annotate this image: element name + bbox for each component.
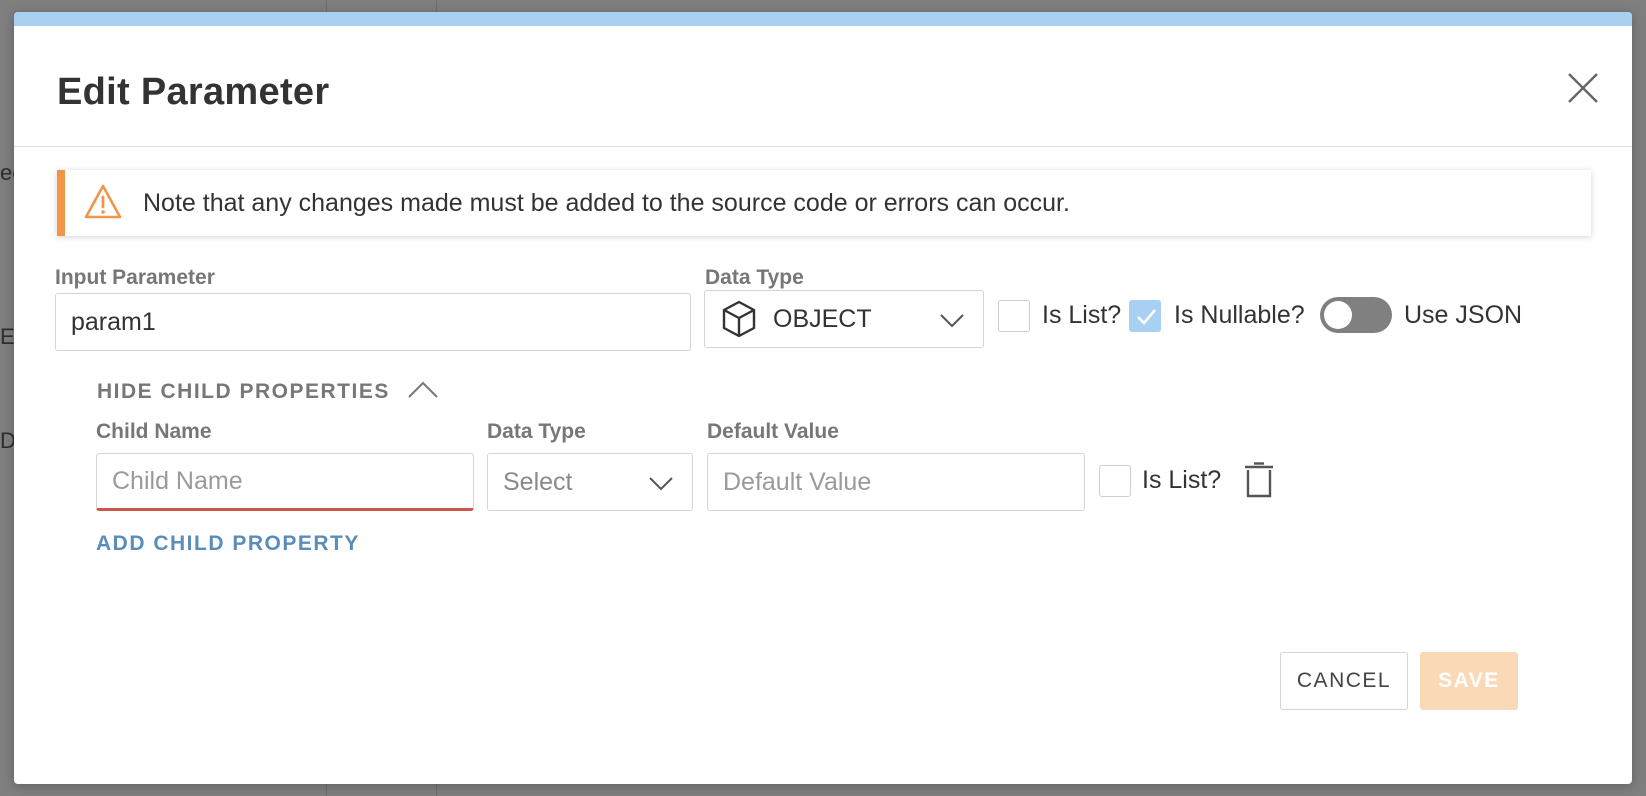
child-is-list-label: Is List? xyxy=(1142,466,1222,494)
default-value-label: Default Value xyxy=(707,420,839,443)
toggle-knob xyxy=(1324,301,1352,329)
warning-alert: Note that any changes made must be added… xyxy=(57,170,1591,236)
child-data-type-select[interactable]: Select xyxy=(487,453,693,511)
cube-icon xyxy=(721,300,757,338)
chevron-down-icon xyxy=(939,307,965,333)
dialog-top-accent-bar xyxy=(14,12,1632,26)
child-name-input[interactable] xyxy=(96,453,474,511)
is-nullable-label: Is Nullable? xyxy=(1174,301,1305,329)
input-parameter-label: Input Parameter xyxy=(55,266,215,289)
child-data-type-selected-value: Select xyxy=(503,468,573,496)
dialog-header: Edit Parameter xyxy=(14,26,1632,147)
chevron-up-icon xyxy=(408,382,438,399)
child-name-label: Child Name xyxy=(96,420,212,443)
data-type-label: Data Type xyxy=(705,266,804,289)
alert-message: Note that any changes made must be added… xyxy=(143,189,1070,217)
cancel-button[interactable]: CANCEL xyxy=(1280,652,1408,710)
hide-child-properties-toggle[interactable]: HIDE CHILD PROPERTIES xyxy=(97,380,439,404)
use-json-label: Use JSON xyxy=(1404,301,1523,329)
is-list-label: Is List? xyxy=(1042,301,1122,329)
data-type-selected-value: OBJECT xyxy=(773,305,872,333)
data-type-select[interactable]: OBJECT xyxy=(704,290,984,348)
use-json-toggle[interactable] xyxy=(1320,297,1392,333)
add-child-property-link[interactable]: ADD CHILD PROPERTY xyxy=(96,532,360,556)
chevron-down-icon xyxy=(648,470,674,496)
dialog-title: Edit Parameter xyxy=(57,71,330,113)
input-parameter-field[interactable] xyxy=(55,293,691,351)
checkmark-icon xyxy=(1137,309,1156,325)
child-data-type-label: Data Type xyxy=(487,420,586,443)
is-list-checkbox[interactable] xyxy=(998,300,1030,332)
warning-triangle-icon xyxy=(83,183,123,221)
close-icon[interactable] xyxy=(1566,71,1600,105)
is-nullable-checkbox[interactable] xyxy=(1129,300,1161,332)
hide-child-properties-label: HIDE CHILD PROPERTIES xyxy=(97,380,390,403)
child-is-list-checkbox[interactable] xyxy=(1099,465,1131,497)
save-button[interactable]: SAVE xyxy=(1420,652,1518,710)
trash-icon[interactable] xyxy=(1244,462,1274,498)
edit-parameter-dialog: Edit Parameter Note that any changes mad… xyxy=(14,12,1632,784)
default-value-input[interactable] xyxy=(707,453,1085,511)
